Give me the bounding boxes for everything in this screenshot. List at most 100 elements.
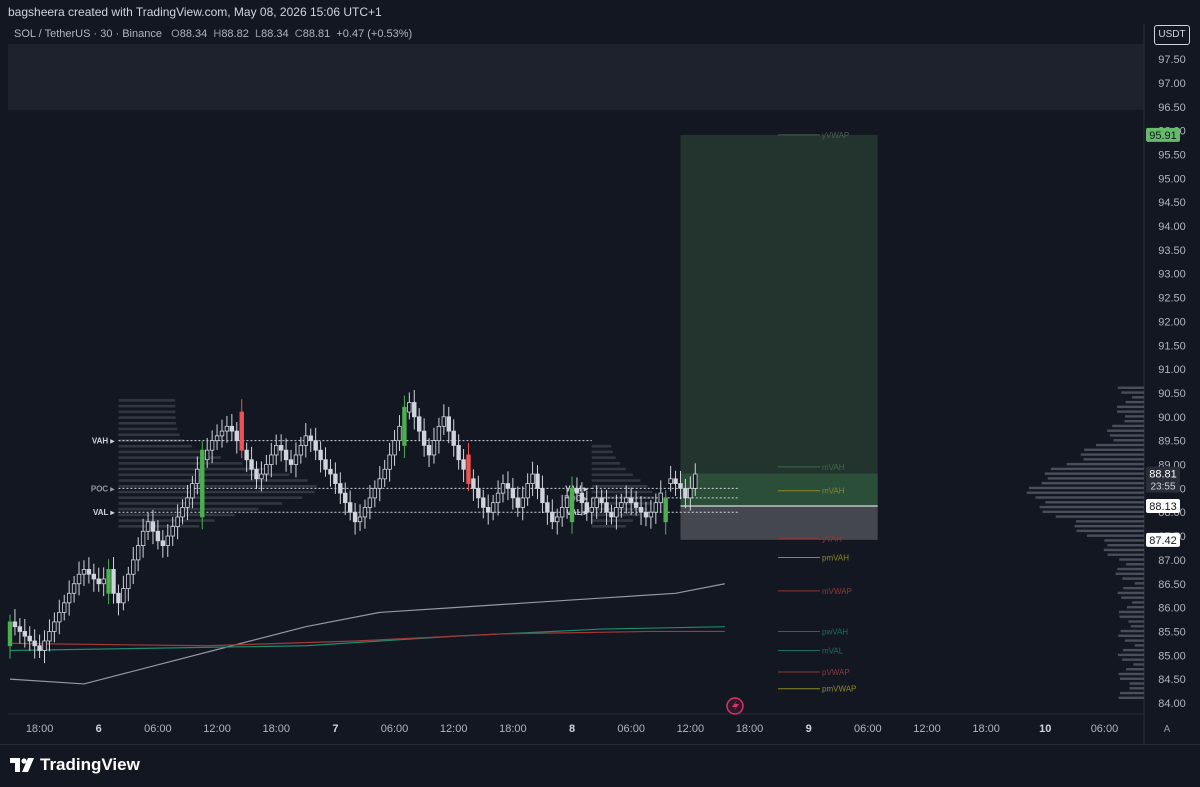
volume-profile-bar (1026, 491, 1144, 494)
candle-body (22, 631, 27, 637)
candle-body (628, 497, 634, 504)
session-profile-bar (118, 462, 243, 465)
volume-profile-bar (1084, 448, 1144, 451)
candle-body (540, 487, 545, 504)
time-tick-label: 12:00 (203, 723, 231, 735)
volume-profile-bar (1122, 577, 1144, 580)
candle-body (254, 468, 259, 480)
candle-body (461, 459, 466, 470)
volume-profile-bar (1066, 462, 1144, 466)
candle-body (579, 492, 585, 504)
volume-profile-bar (1050, 467, 1144, 471)
candle-body (535, 473, 540, 489)
candle-body (426, 445, 432, 456)
candle-body (604, 502, 609, 513)
moving-average-line (9, 626, 725, 652)
candle-body (589, 507, 594, 513)
time-tick-label: 8 (569, 723, 575, 735)
volume-profile-bar (1076, 529, 1144, 533)
session-profile-bar (591, 450, 613, 454)
price-tag-value: 88.81 (1149, 469, 1177, 481)
volume-profile-bar (1113, 439, 1144, 442)
candle-body (663, 497, 668, 523)
volume-profile-bar (1119, 615, 1144, 618)
session-poc-label: POC ▸ (91, 484, 116, 493)
candle-body (131, 559, 136, 575)
candle-body (62, 602, 67, 613)
candle-body (471, 478, 476, 489)
candle-body (106, 569, 111, 594)
candle-body (402, 406, 407, 446)
volume-profile-bar (1123, 586, 1144, 590)
candle-body (486, 507, 491, 513)
session-profile-bar (118, 427, 178, 431)
volume-profile-bar (1107, 553, 1144, 556)
candle-body (520, 497, 525, 508)
candle-body (229, 425, 235, 432)
lightning-alert-icon[interactable] (726, 697, 744, 715)
session-profile-bar (118, 525, 200, 528)
time-tick-label: 18:00 (26, 723, 54, 735)
volume-profile-bar (1080, 453, 1144, 456)
candle-body (412, 402, 417, 418)
brand-name: TradingView (40, 755, 140, 774)
position-stop-zone[interactable] (680, 505, 878, 540)
candle-body (594, 497, 599, 508)
position-open-pnl (680, 473, 878, 506)
candle-body (190, 483, 195, 499)
volume-profile-bar (1086, 534, 1144, 537)
candle-body (42, 640, 47, 651)
price-tag-value: 95.91 (1149, 130, 1177, 142)
volume-profile-bar (1133, 663, 1144, 666)
time-tick-label: 18:00 (972, 723, 1000, 735)
candle-body (624, 497, 629, 504)
price-tag-countdown: 23:55 (1150, 482, 1175, 493)
price-tick-label: 93.00 (1158, 269, 1186, 281)
price-tick-label: 97.50 (1158, 54, 1186, 66)
volume-profile-bar (1104, 539, 1144, 542)
volume-profile-bar (1117, 591, 1144, 595)
tradingview-brand[interactable]: TradingView (10, 755, 140, 775)
session-profile-bar (591, 462, 621, 465)
candle-body (111, 569, 116, 594)
level-label: pmVAH (822, 554, 849, 563)
volume-profile-bar (1126, 563, 1144, 566)
candle-body (407, 402, 412, 413)
price-chart[interactable]: VAH ▸POC ▸VAL ▸VAH ▸POC ▸VAL ▸ yVWAPmVAH… (0, 0, 1200, 744)
candle-body (367, 497, 373, 508)
price-tick-label: 86.50 (1158, 579, 1186, 591)
candle-body (372, 487, 378, 499)
candle-body (76, 573, 82, 585)
moving-average-line (9, 630, 725, 647)
volume-profile-bar (1115, 572, 1144, 576)
candle-body (96, 578, 101, 585)
candle-body (530, 473, 535, 484)
auto-scale-button[interactable]: A (1164, 724, 1171, 735)
session-profile-bar (591, 484, 648, 488)
candle-body (121, 588, 126, 604)
candle-body (555, 516, 560, 523)
position-target-zone[interactable] (680, 134, 878, 506)
candle-body (377, 478, 382, 489)
candle-body (86, 569, 92, 575)
candle-body (574, 487, 580, 494)
candle-body (545, 502, 550, 513)
volume-profile-bar (1130, 625, 1144, 628)
candle-body (259, 473, 264, 480)
candle-body (643, 511, 649, 518)
session-profile-bar (118, 404, 176, 408)
volume-profile-bar (1055, 515, 1144, 518)
session-profile-bar (118, 484, 317, 488)
candle-body (436, 425, 442, 442)
candle-body (619, 502, 624, 508)
candle-body (155, 530, 161, 542)
volume-profile-bar (1045, 501, 1144, 504)
session-profile-bar (591, 467, 626, 471)
tradingview-logo-icon (10, 758, 34, 772)
volume-profile-bar (1132, 601, 1144, 604)
candle-body (298, 445, 304, 456)
candle-body (145, 521, 151, 532)
time-tick-label: 06:00 (617, 723, 645, 735)
session-vah-label: VAH ▸ (92, 437, 116, 446)
candle-body (269, 454, 274, 465)
